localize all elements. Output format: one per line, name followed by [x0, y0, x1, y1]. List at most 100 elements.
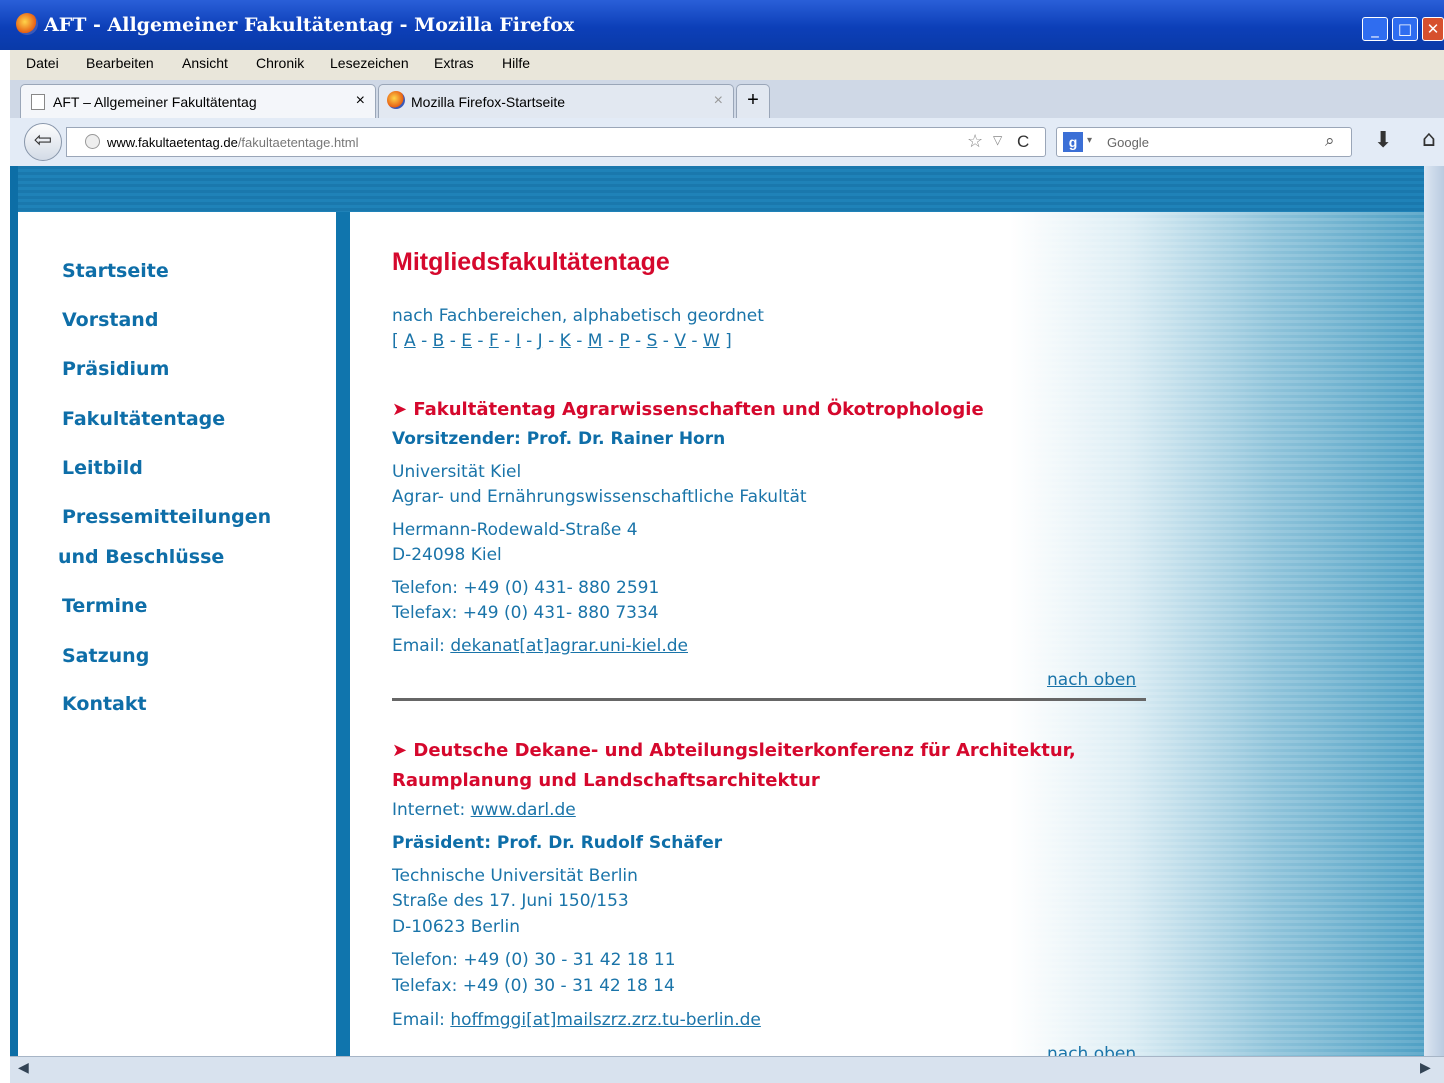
alphabet-separator: -	[607, 331, 614, 351]
menu-chronik[interactable]: Chronik	[256, 55, 304, 71]
tab-firefox-start-label: Mozilla Firefox-Startseite	[411, 94, 566, 110]
menu-bar: Datei Bearbeiten Ansicht Chronik Lesezei…	[10, 50, 1444, 80]
scroll-left-icon[interactable]: ◀	[18, 1060, 29, 1076]
email-link[interactable]: hoffmggi[at]mailszrz.zrz.tu-berlin.de	[450, 1010, 761, 1030]
alphabet-link-b[interactable]: B	[433, 331, 445, 351]
menu-bearbeiten[interactable]: Bearbeiten	[86, 55, 154, 71]
menu-extras[interactable]: Extras	[434, 55, 474, 71]
alphabet-separator: -	[662, 331, 669, 351]
nav-beschluesse[interactable]: und Beschlüsse	[58, 546, 224, 568]
new-tab-button[interactable]: +	[736, 84, 770, 118]
entry-heading: ➤ Fakultätentag Agrarwissenschaften und …	[392, 399, 984, 420]
email-label: Email:	[392, 1010, 445, 1030]
entry-fax: Telefax: +49 (0) 30 - 31 42 18 14	[392, 976, 675, 996]
alphabet-separator: -	[576, 331, 583, 351]
alphabet-link-j[interactable]: J	[538, 331, 543, 351]
nav-leitbild[interactable]: Leitbild	[62, 457, 143, 479]
internet-label: Internet:	[392, 800, 466, 820]
back-button[interactable]: ⇦	[24, 123, 62, 161]
email-link[interactable]: dekanat[at]agrar.uni-kiel.de	[450, 636, 688, 656]
alphabet-separator: -	[526, 331, 533, 351]
alphabet-link-s[interactable]: S	[647, 331, 658, 351]
engine-dropdown-icon[interactable]: ▾	[1087, 135, 1092, 146]
website-link[interactable]: www.darl.de	[471, 800, 576, 820]
alphabet-separator: -	[548, 331, 555, 351]
entry-heading-text: Deutsche Dekane- und Abteilungsleiterkon…	[413, 740, 1076, 761]
alphabet-link-v[interactable]: V	[674, 331, 686, 351]
tab-bar: AFT – Allgemeiner Fakultätentag × Mozill…	[10, 80, 1444, 119]
entry-heading-line2: Raumplanung und Landschaftsarchitektur	[392, 770, 820, 791]
entry-chair: Vorsitzender: Prof. Dr. Rainer Horn	[392, 429, 726, 449]
maximize-button[interactable]: □	[1392, 17, 1418, 41]
tab-firefox-start[interactable]: Mozilla Firefox-Startseite ×	[378, 84, 734, 118]
alphabet-link-m[interactable]: M	[588, 331, 603, 351]
alphabet-link-i[interactable]: I	[516, 331, 521, 351]
alphabet-link-k[interactable]: K	[560, 331, 571, 351]
downloads-icon[interactable]: ⬇	[1374, 128, 1392, 153]
entry-chair: Präsident: Prof. Dr. Rudolf Schäfer	[392, 833, 723, 853]
search-bar[interactable]: g ▾ Google ⌕	[1056, 127, 1352, 157]
menu-hilfe[interactable]: Hilfe	[502, 55, 530, 71]
alphabet-link-f[interactable]: F	[489, 331, 499, 351]
close-window-button[interactable]: ✕	[1422, 17, 1444, 41]
tab-aft[interactable]: AFT – Allgemeiner Fakultätentag ×	[20, 84, 376, 118]
nav-satzung[interactable]: Satzung	[62, 645, 149, 667]
nav-praesidium[interactable]: Präsidium	[62, 358, 169, 380]
url-domain: www.fakultaetentag.de	[107, 135, 238, 150]
reload-icon[interactable]: C	[1017, 132, 1029, 152]
entry-org: Technische Universität Berlin	[392, 866, 638, 886]
alphabet-link-w[interactable]: W	[703, 331, 720, 351]
alphabet-separator: -	[635, 331, 642, 351]
url-bar[interactable]: www.fakultaetentag.de/fakultaetentage.ht…	[66, 127, 1046, 157]
page-subtitle: nach Fachbereichen, alphabetisch geordne…	[392, 306, 764, 326]
home-icon[interactable]: ⌂	[1422, 127, 1436, 152]
entry-fax: Telefax: +49 (0) 431- 880 7334	[392, 603, 659, 623]
back-to-top-link[interactable]: nach oben	[1047, 1044, 1136, 1056]
alphabet-link-e[interactable]: E	[461, 331, 472, 351]
search-engine-label: Google	[1107, 135, 1149, 150]
url-path: /fakultaetentage.html	[237, 135, 359, 150]
entry-street: Straße des 17. Juni 150/153	[392, 891, 629, 911]
bracket-close: ]	[725, 331, 732, 351]
close-tab-icon[interactable]: ×	[714, 92, 723, 110]
back-to-top-link[interactable]: nach oben	[1047, 670, 1136, 690]
entry-street: Hermann-Rodewald-Straße 4	[392, 520, 638, 540]
alphabet-separator: -	[504, 331, 511, 351]
firefox-logo-icon	[16, 13, 38, 35]
page-icon	[31, 94, 45, 110]
nav-pressemitteilungen[interactable]: Pressemitteilungen	[62, 506, 271, 528]
menu-lesezeichen[interactable]: Lesezeichen	[330, 55, 409, 71]
bookmark-star-icon[interactable]: ☆	[967, 131, 983, 152]
minimize-button[interactable]: _	[1362, 17, 1388, 41]
dropdown-arrow-icon[interactable]: ▽	[993, 133, 1002, 147]
horizontal-scrollbar[interactable]: ◀ ▶	[10, 1056, 1444, 1083]
scroll-right-icon[interactable]: ▶	[1420, 1060, 1431, 1076]
entry-phone: Telefon: +49 (0) 30 - 31 42 18 11	[392, 950, 676, 970]
nav-kontakt[interactable]: Kontakt	[62, 693, 147, 715]
alphabet-separator: -	[691, 331, 698, 351]
arrow-right-icon: ➤	[392, 740, 408, 761]
email-label: Email:	[392, 636, 445, 656]
nav-vorstand[interactable]: Vorstand	[62, 309, 158, 331]
nav-fakultaetentage[interactable]: Fakultätentage	[62, 408, 225, 430]
vertical-scrollbar[interactable]	[1424, 166, 1444, 1056]
nav-startseite[interactable]: Startseite	[62, 260, 169, 282]
header-band	[10, 166, 1434, 212]
arrow-right-icon: ➤	[392, 399, 408, 420]
entry-org-faculty: Agrar- und Ernährungswissenschaftliche F…	[392, 487, 807, 507]
alphabet-link-p[interactable]: P	[619, 331, 629, 351]
bracket-open: [	[392, 331, 399, 351]
menu-ansicht[interactable]: Ansicht	[182, 55, 228, 71]
nav-termine[interactable]: Termine	[62, 595, 147, 617]
sidebar-divider	[336, 212, 350, 1056]
google-engine-icon[interactable]: g	[1063, 132, 1083, 152]
site-identity-icon[interactable]	[85, 134, 100, 149]
close-tab-icon[interactable]: ×	[356, 92, 365, 110]
search-icon[interactable]: ⌕	[1325, 131, 1335, 151]
window-title: AFT - Allgemeiner Fakultätentag - Mozill…	[44, 14, 575, 36]
alphabet-link-a[interactable]: A	[404, 331, 416, 351]
alphabet-separator: -	[477, 331, 484, 351]
entry-heading: ➤ Deutsche Dekane- und Abteilungsleiterk…	[392, 740, 1076, 761]
page-title: Mitgliedsfakultätentage	[392, 248, 670, 276]
menu-datei[interactable]: Datei	[26, 55, 59, 71]
